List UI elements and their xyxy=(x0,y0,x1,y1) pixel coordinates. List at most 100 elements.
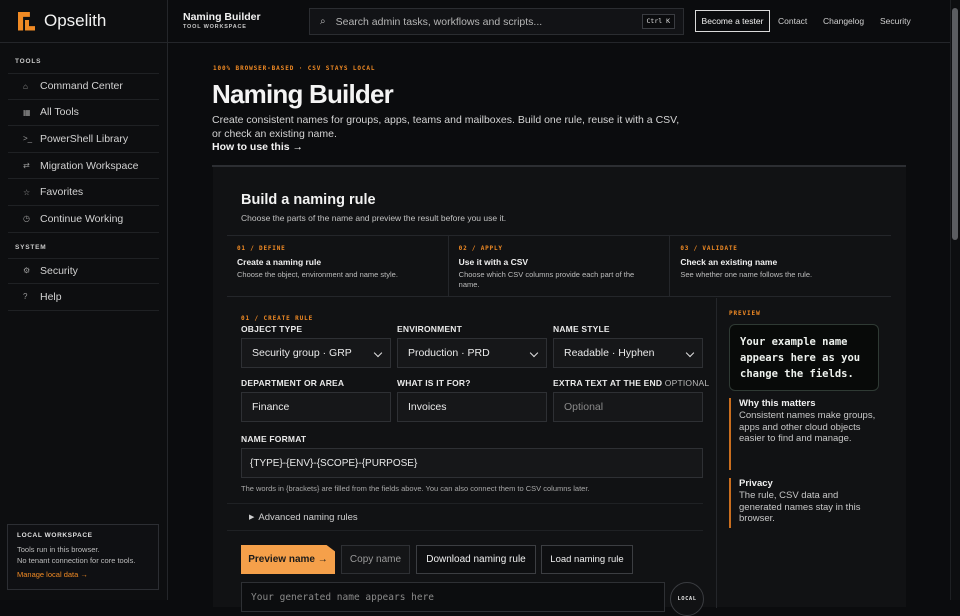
step-number: 01 / DEFINE xyxy=(237,245,286,252)
sidebar-item-command-center[interactable]: ⌂ Command Center xyxy=(8,73,159,100)
load-naming-rule-button[interactable]: Load naming rule xyxy=(541,545,633,574)
sidebar-item-all-tools[interactable]: ▦ All Tools xyxy=(8,100,159,127)
search-input[interactable] xyxy=(335,15,636,28)
brand-name: Opselith xyxy=(44,11,107,30)
input-value: Finance xyxy=(252,401,290,413)
input-value: {TYPE}-{ENV}-{SCOPE}-{PURPOSE} xyxy=(250,457,418,469)
sidebar-item-migration-workspace[interactable]: ⇄ Migration Workspace xyxy=(8,153,159,180)
scrollbar-thumb[interactable] xyxy=(952,8,958,240)
extra-text-input[interactable]: Optional xyxy=(553,392,703,422)
format-hint: The words in {brackets} are filled from … xyxy=(241,484,590,493)
page-description: Create consistent names for groups, apps… xyxy=(212,114,680,140)
copy-name-button[interactable]: Copy name xyxy=(341,545,410,574)
help-icon: ? xyxy=(23,292,28,302)
manage-local-data-link[interactable]: Manage local data → xyxy=(17,570,149,579)
nav-heading-tools: TOOLS xyxy=(15,58,42,65)
naming-rule-panel: Build a naming rule Choose the parts of … xyxy=(213,167,906,616)
panel-subtitle: Choose the parts of the name and preview… xyxy=(241,213,507,223)
department-label: DEPARTMENT OR AREA xyxy=(241,378,345,388)
step-validate[interactable]: 03 / VALIDATE Check an existing name See… xyxy=(670,236,891,296)
generated-name-output[interactable]: Your generated name appears here xyxy=(241,582,665,612)
select-value: Production · PRD xyxy=(408,347,490,359)
extra-text-label-text: EXTRA TEXT AT THE END xyxy=(553,378,663,388)
search-box[interactable]: ⌕ Ctrl K xyxy=(309,8,684,35)
name-format-input[interactable]: {TYPE}-{ENV}-{SCOPE}-{PURPOSE} xyxy=(241,448,703,478)
sidebar-item-security[interactable]: ⚙ Security xyxy=(8,257,159,285)
become-tester-button[interactable]: Become a tester xyxy=(695,10,770,32)
local-workspace-line: Tools run in this browser. xyxy=(17,545,100,554)
section-label: 01 / CREATE RULE xyxy=(241,315,314,322)
create-rule-form: 01 / CREATE RULE OBJECT TYPE Security gr… xyxy=(227,298,717,616)
preview-box: Your example name appears here as you ch… xyxy=(729,324,879,391)
shortcut-badge: Ctrl K xyxy=(641,14,675,29)
sidebar-item-label: Continue Working xyxy=(40,212,124,225)
nav-heading-system: SYSTEM xyxy=(15,243,47,251)
gear-icon: ⚙ xyxy=(23,266,31,276)
object-type-select[interactable]: Security group · GRP xyxy=(241,338,391,368)
opselith-logo-icon xyxy=(18,11,35,31)
sidebar-item-help[interactable]: ? Help xyxy=(8,284,159,311)
tool-title: Naming Builder xyxy=(183,11,261,23)
local-badge: LOCAL xyxy=(670,582,704,616)
purpose-input[interactable]: Invoices xyxy=(397,392,547,422)
name-style-select[interactable]: Readable · Hyphen xyxy=(553,338,703,368)
step-description: See whether one name follows the rule. xyxy=(680,270,813,279)
info-title: Why this matters xyxy=(739,398,816,409)
environment-label: ENVIRONMENT xyxy=(397,324,463,334)
grid-icon: ▦ xyxy=(23,107,31,117)
contact-link[interactable]: Contact xyxy=(778,16,807,26)
triangle-right-icon: ▶ xyxy=(249,514,255,521)
local-workspace-box: LOCAL WORKSPACE Tools run in this browse… xyxy=(7,524,159,590)
star-icon: ☆ xyxy=(23,187,31,197)
download-naming-rule-button[interactable]: Download naming rule xyxy=(416,545,536,574)
department-input[interactable]: Finance xyxy=(241,392,391,422)
clock-icon: ◷ xyxy=(23,214,30,224)
why-this-matters-card: Why this matters Consistent names make g… xyxy=(729,398,879,470)
sidebar-item-label: Help xyxy=(40,290,62,303)
step-apply[interactable]: 02 / APPLY Use it with a CSV Choose whic… xyxy=(449,236,671,296)
step-define[interactable]: 01 / DEFINE Create a naming rule Choose … xyxy=(227,236,449,296)
purpose-label: WHAT IS IT FOR? xyxy=(397,378,471,388)
terminal-icon: >_ xyxy=(23,134,33,144)
optional-tag: OPTIONAL xyxy=(664,378,710,388)
sidebar-item-favorites[interactable]: ☆ Favorites xyxy=(8,179,159,206)
sidebar-item-powershell-library[interactable]: >_ PowerShell Library xyxy=(8,126,159,153)
page-title: Naming Builder xyxy=(212,79,394,109)
changelog-link[interactable]: Changelog xyxy=(823,16,864,26)
local-workspace-title: LOCAL WORKSPACE xyxy=(17,532,93,539)
search-icon: ⌕ xyxy=(320,16,326,27)
sidebar-item-label: Migration Workspace xyxy=(40,159,139,172)
input-value: Invoices xyxy=(408,401,447,413)
sidebar-item-label: All Tools xyxy=(40,106,79,119)
input-placeholder: Optional xyxy=(564,401,604,413)
nav-list-system: ⚙ Security ? Help xyxy=(8,257,159,311)
extra-text-label: EXTRA TEXT AT THE END OPTIONAL xyxy=(553,378,709,388)
panel-title: Build a naming rule xyxy=(241,192,376,208)
environment-select[interactable]: Production · PRD xyxy=(397,338,547,368)
local-workspace-line: No tenant connection for core tools. xyxy=(17,556,136,565)
name-format-label: NAME FORMAT xyxy=(241,434,307,444)
brand[interactable]: Opselith xyxy=(0,0,167,43)
security-link[interactable]: Security xyxy=(880,16,911,26)
step-number: 03 / VALIDATE xyxy=(680,245,738,252)
steps-tabs: 01 / DEFINE Create a naming rule Choose … xyxy=(227,235,891,297)
step-title: Check an existing name xyxy=(680,257,778,267)
advanced-naming-rules-toggle[interactable]: ▶ Advanced naming rules xyxy=(227,503,703,531)
select-value: Readable · Hyphen xyxy=(564,347,655,359)
step-title: Create a naming rule xyxy=(237,257,322,267)
nav-list-tools: ⌂ Command Center ▦ All Tools >_ PowerShell … xyxy=(8,73,159,233)
sidebar: Opselith TOOLS ⌂ Command Center ▦ All Tool… xyxy=(0,0,168,600)
tool-subtitle: TOOL WORKSPACE xyxy=(183,24,247,30)
how-to-use-link[interactable]: How to use this → xyxy=(212,141,303,153)
sidebar-item-continue-working[interactable]: ◷ Continue Working xyxy=(8,206,159,233)
info-title: Privacy xyxy=(739,478,773,489)
name-style-label: NAME STYLE xyxy=(553,324,610,334)
swap-icon: ⇄ xyxy=(23,161,30,171)
preview-name-button[interactable]: Preview name → xyxy=(241,545,335,574)
preview-label: PREVIEW xyxy=(729,310,761,317)
select-value: Security group · GRP xyxy=(252,347,352,359)
object-type-label: OBJECT TYPE xyxy=(241,324,303,334)
sidebar-item-label: PowerShell Library xyxy=(40,132,129,145)
step-description: Choose the object, environment and name … xyxy=(237,270,398,279)
sidebar-item-label: Command Center xyxy=(40,80,123,93)
